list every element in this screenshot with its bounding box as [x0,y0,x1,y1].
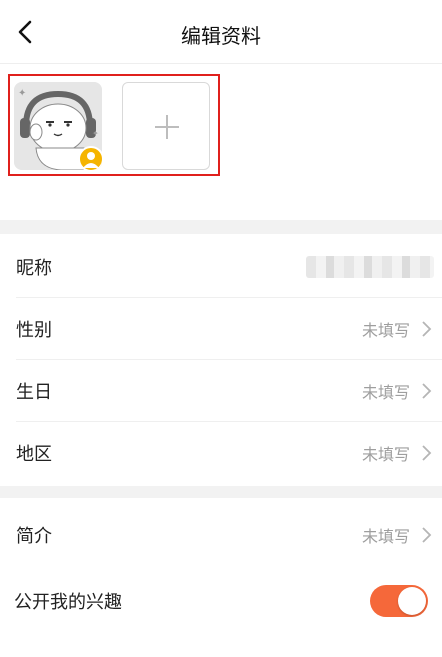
chevron-right-icon [422,383,432,399]
public-interest-toggle[interactable] [370,585,428,617]
top-bar: 编辑资料 [0,0,442,64]
region-label: 地区 [16,444,52,465]
gender-row[interactable]: 性别 未填写 [0,298,442,360]
toggle-knob [398,587,426,615]
chevron-right-icon [422,321,432,337]
gender-value: 未填写 [361,321,410,340]
plus-icon [155,115,179,139]
nickname-value-blurred [306,256,434,278]
region-value: 未填写 [361,445,410,464]
birthday-row[interactable]: 生日 未填写 [0,360,442,422]
birthday-value: 未填写 [361,383,410,402]
chevron-right-icon [422,527,432,543]
birthday-label: 生日 [16,382,52,403]
avatar-photo[interactable]: ✦ ✦ [14,82,102,170]
page-title: 编辑资料 [181,24,261,48]
public-interest-row: 公开我的兴趣 [0,570,442,632]
photo-section: ✦ ✦ [8,74,220,176]
section-divider [0,486,442,498]
intro-value: 未填写 [361,527,410,546]
public-interest-label: 公开我的兴趣 [14,592,122,613]
chevron-right-icon [422,445,432,461]
person-badge-icon [78,146,102,170]
add-photo-button[interactable] [122,82,210,170]
nickname-row[interactable]: 昵称 [0,236,442,298]
nickname-label: 昵称 [16,258,52,279]
svg-text:✦: ✦ [18,88,26,99]
section-divider [0,220,442,234]
intro-label: 简介 [16,526,52,547]
intro-row[interactable]: 简介 未填写 [0,504,442,566]
region-row[interactable]: 地区 未填写 [0,422,442,484]
gender-label: 性别 [16,320,52,341]
svg-text:✦: ✦ [92,129,99,138]
